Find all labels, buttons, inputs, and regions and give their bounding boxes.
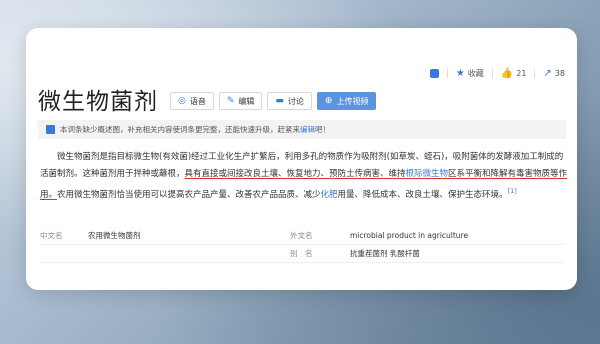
reference-link[interactable]: [1] <box>508 187 517 195</box>
page-title: 微生物菌剂 <box>38 89 158 115</box>
rhizosphere-link[interactable]: 根际微生物 <box>406 169 449 179</box>
pencil-icon: ✎ <box>226 96 235 106</box>
basic-info-table: 中文名 农用微生物菌剂 外文名 microbial product in agr… <box>40 227 565 263</box>
notice-edit-link[interactable]: 编辑 <box>300 124 315 135</box>
share-count: 38 <box>554 69 565 78</box>
summary-underline-1: 具有直接或间接改良土壤、恢复地力、预防土传病害、维持 <box>184 169 406 179</box>
notice-bar: 本词条缺少概述图，补充相关内容使词条更完整，还能快速升级，赶紧来 编辑 吧！ <box>38 120 566 139</box>
divider <box>534 69 536 78</box>
summary-text-2: 农用微生物菌剂恰当使用可以提高农产品产量、改善农产品品质、减少 <box>57 189 321 200</box>
add-button[interactable] <box>429 69 439 78</box>
info-value: microbial product in agriculture <box>350 231 469 240</box>
summary-paragraph: 微生物菌剂是指目标微生物(有效菌)经过工业化生产扩繁后，利用多孔的物质作为吸附剂… <box>40 149 568 204</box>
collect-label: 收藏 <box>467 69 484 78</box>
upload-video-label: 上传视频 <box>336 96 369 106</box>
chat-icon: ▬ <box>275 96 284 106</box>
info-row: 中文名 农用微生物菌剂 外文名 microbial product in agr… <box>40 227 565 245</box>
edit-notice-icon <box>46 125 55 134</box>
audio-button[interactable]: ◎ 语音 <box>170 92 214 110</box>
fertilizer-link[interactable]: 化肥 <box>321 190 338 200</box>
edit-button[interactable]: ✎ 编辑 <box>218 92 263 110</box>
info-value: 抗重茬菌剂 乳酸杆菌 <box>350 249 420 258</box>
upload-video-button[interactable]: ⊕ 上传视频 <box>316 92 377 110</box>
entry-card: ★ 收藏 👍 21 ↗ 38 微生物菌剂 ◎ 语音 ✎ 编辑 ▬ 讨论 ⊕ 上传… <box>26 28 577 290</box>
share-button[interactable]: ↗ 38 <box>543 67 565 79</box>
discuss-button[interactable]: ▬ 讨论 <box>267 92 312 110</box>
info-value: 农用微生物菌剂 <box>88 231 141 240</box>
plus-square-icon <box>429 69 439 78</box>
like-button[interactable]: 👍 21 <box>500 67 527 79</box>
entry-actions: ◎ 语音 ✎ 编辑 ▬ 讨论 ⊕ 上传视频 <box>170 92 377 110</box>
edit-label: 编辑 <box>238 96 255 106</box>
audio-label: 语音 <box>189 96 206 106</box>
notice-tail: 吧！ <box>315 125 330 134</box>
divider <box>446 69 448 78</box>
headphones-icon: ◎ <box>178 96 186 106</box>
discuss-label: 讨论 <box>287 96 304 106</box>
title-row: 微生物菌剂 ◎ 语音 ✎ 编辑 ▬ 讨论 ⊕ 上传视频 <box>38 82 377 116</box>
info-key: 外文名 <box>290 231 313 240</box>
thumbs-up-icon: 👍 <box>500 67 514 79</box>
divider <box>491 69 493 78</box>
summary-text-3: 用量、降低成本、改良土壤、保护生态环境。 <box>337 189 508 200</box>
info-row: 别 名 抗重茬菌剂 乳酸杆菌 <box>40 245 565 263</box>
collect-button[interactable]: ★ 收藏 <box>456 68 484 79</box>
share-icon: ↗ <box>543 67 552 79</box>
star-icon: ★ <box>455 67 465 79</box>
info-key: 别 名 <box>290 249 313 258</box>
info-key: 中文名 <box>40 231 63 240</box>
like-count: 21 <box>516 69 527 78</box>
notice-text: 本词条缺少概述图，补充相关内容使词条更完整，还能快速升级，赶紧来 <box>60 125 300 134</box>
entry-toolbar: ★ 收藏 👍 21 ↗ 38 <box>429 67 565 79</box>
plus-circle-icon: ⊕ <box>324 96 333 106</box>
